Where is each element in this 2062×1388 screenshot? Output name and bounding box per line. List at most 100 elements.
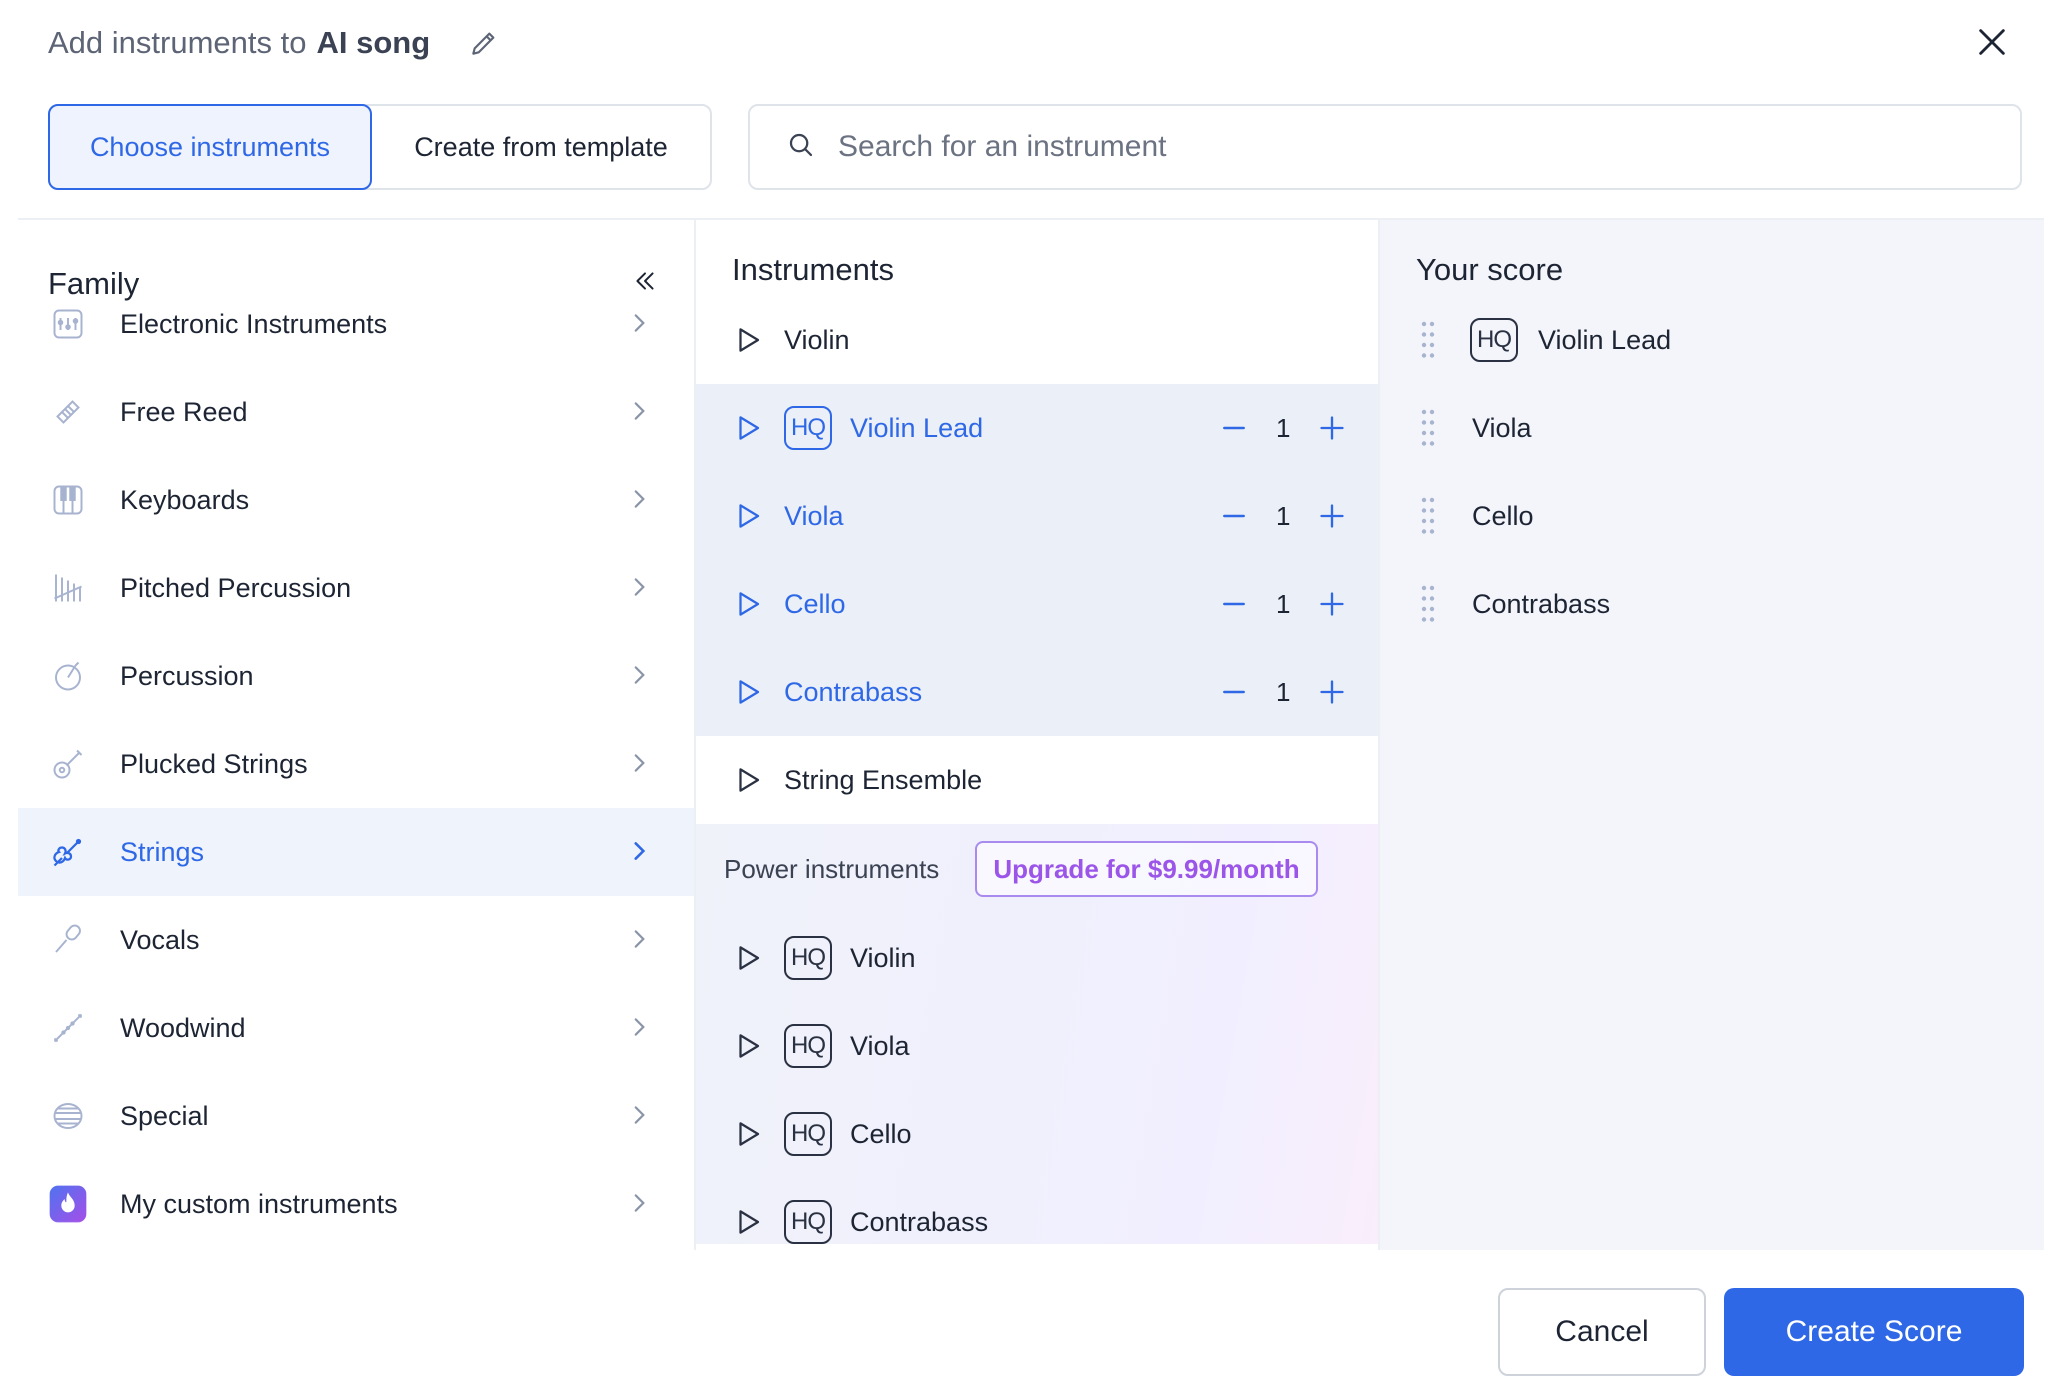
family-item-special[interactable]: Special: [18, 1072, 694, 1160]
chevron-right-icon: [626, 486, 652, 517]
violin-icon: [48, 832, 88, 872]
minus-icon[interactable]: [1216, 498, 1252, 534]
hq-badge: HQ: [784, 406, 832, 450]
score-item-name: Viola: [1472, 412, 1532, 443]
family-item-strings[interactable]: Strings: [18, 808, 694, 896]
family-list: Electronic Instruments Free Reed Keyboar…: [18, 280, 694, 1248]
quantity-value: 1: [1276, 676, 1291, 707]
power-instrument-row-cello[interactable]: HQ Cello: [696, 1090, 1378, 1178]
play-icon[interactable]: [732, 1206, 764, 1238]
instrument-row-violin[interactable]: Violin: [696, 296, 1378, 384]
quantity-stepper: 1: [1216, 472, 1350, 560]
plus-icon[interactable]: [1314, 674, 1350, 710]
family-item-vocals[interactable]: Vocals: [18, 896, 694, 984]
instrument-row-string-ensemble[interactable]: String Ensemble: [696, 736, 1378, 824]
tab-create-from-template[interactable]: Create from template: [372, 106, 710, 188]
power-instruments-header: Power instruments Upgrade for $9.99/mont…: [696, 824, 1378, 914]
search-icon: [786, 130, 816, 165]
cancel-button[interactable]: Cancel: [1498, 1288, 1706, 1376]
instrument-name: Violin: [784, 324, 850, 355]
instrument-name: Contrabass: [850, 1206, 989, 1237]
create-score-button[interactable]: Create Score: [1724, 1288, 2024, 1376]
instrument-row-contrabass[interactable]: Contrabass 1: [696, 648, 1378, 736]
score-item-contrabass[interactable]: Contrabass: [1380, 560, 2044, 648]
family-item-percussion[interactable]: Percussion: [18, 632, 694, 720]
instrument-name: Violin: [850, 942, 916, 973]
minus-icon[interactable]: [1216, 674, 1252, 710]
chevron-right-icon: [626, 926, 652, 957]
drag-handle-icon[interactable]: [1420, 584, 1436, 624]
quantity-value: 1: [1276, 588, 1291, 619]
minus-icon[interactable]: [1216, 586, 1252, 622]
play-icon[interactable]: [732, 588, 764, 620]
mode-tabs: Choose instruments Create from template: [48, 104, 712, 190]
family-item-woodwind[interactable]: Woodwind: [18, 984, 694, 1072]
hq-badge: HQ: [1470, 318, 1518, 362]
chevron-right-icon: [626, 662, 652, 693]
score-item-violin-lead[interactable]: HQ Violin Lead: [1380, 296, 2044, 384]
chevron-right-icon: [626, 310, 652, 341]
chevron-right-icon: [626, 838, 652, 869]
family-item-pitched-percussion[interactable]: Pitched Percussion: [18, 544, 694, 632]
play-icon[interactable]: [732, 942, 764, 974]
play-icon[interactable]: [732, 1118, 764, 1150]
family-item-keyboards[interactable]: Keyboards: [18, 456, 694, 544]
pencil-icon[interactable]: [464, 23, 504, 63]
chevron-right-icon: [626, 398, 652, 429]
family-item-label: Electronic Instruments: [120, 308, 388, 339]
minus-icon[interactable]: [1216, 410, 1252, 446]
family-item-electronic[interactable]: Electronic Instruments: [18, 280, 694, 368]
family-item-label: Free Reed: [120, 396, 248, 427]
instrument-name: Contrabass: [784, 676, 923, 707]
power-instruments-label: Power instruments: [724, 853, 940, 884]
dialog-header: Add instruments to AI song: [48, 18, 504, 68]
family-item-label: Woodwind: [120, 1012, 246, 1043]
hq-badge: HQ: [784, 936, 832, 980]
play-icon[interactable]: [732, 500, 764, 532]
score-item-name: Violin Lead: [1538, 324, 1672, 355]
plus-icon[interactable]: [1314, 410, 1350, 446]
flute-icon: [48, 1008, 88, 1048]
play-icon[interactable]: [732, 412, 764, 444]
scroll-fade: [18, 1220, 694, 1250]
quantity-value: 1: [1276, 500, 1291, 531]
power-instrument-row-contrabass[interactable]: HQ Contrabass: [696, 1178, 1378, 1250]
instrument-name: Cello: [850, 1118, 912, 1149]
play-icon[interactable]: [732, 676, 764, 708]
drag-handle-icon[interactable]: [1420, 408, 1436, 448]
special-icon: [48, 1096, 88, 1136]
close-icon[interactable]: [1970, 20, 2014, 64]
instrument-row-violin-lead[interactable]: HQ Violin Lead 1: [696, 384, 1378, 472]
score-item-name: Contrabass: [1472, 588, 1611, 619]
score-header: Your score: [1416, 252, 1564, 287]
upgrade-button[interactable]: Upgrade for $9.99/month: [975, 841, 1318, 897]
chevron-right-icon: [626, 574, 652, 605]
plus-icon[interactable]: [1314, 586, 1350, 622]
family-panel: Family Electronic Instruments Free Reed …: [18, 220, 694, 1250]
drag-handle-icon[interactable]: [1420, 496, 1436, 536]
play-icon[interactable]: [732, 324, 764, 356]
instrument-row-viola[interactable]: Viola 1: [696, 472, 1378, 560]
score-item-viola[interactable]: Viola: [1380, 384, 2044, 472]
family-item-label: Strings: [120, 836, 205, 867]
family-item-plucked-strings[interactable]: Plucked Strings: [18, 720, 694, 808]
plus-icon[interactable]: [1314, 498, 1350, 534]
score-item-cello[interactable]: Cello: [1380, 472, 2044, 560]
song-name: AI song: [316, 25, 431, 60]
instruments-panel: Instruments Violin HQ Violin Lead 1 Viol…: [694, 220, 1378, 1250]
power-instrument-row-viola[interactable]: HQ Viola: [696, 1002, 1378, 1090]
play-icon[interactable]: [732, 1030, 764, 1062]
instrument-name: String Ensemble: [784, 764, 983, 795]
drag-handle-icon[interactable]: [1420, 320, 1436, 360]
quantity-stepper: 1: [1216, 384, 1350, 472]
family-item-free-reed[interactable]: Free Reed: [18, 368, 694, 456]
quantity-stepper: 1: [1216, 648, 1350, 736]
accordion-icon: [48, 392, 88, 432]
power-instrument-row-violin[interactable]: HQ Violin: [696, 914, 1378, 1002]
play-icon[interactable]: [732, 764, 764, 796]
chevron-right-icon: [626, 1190, 652, 1221]
tab-choose-instruments[interactable]: Choose instruments: [48, 104, 372, 190]
instrument-row-cello[interactable]: Cello 1: [696, 560, 1378, 648]
search-box: [748, 104, 2022, 190]
search-input[interactable]: [838, 130, 2020, 164]
